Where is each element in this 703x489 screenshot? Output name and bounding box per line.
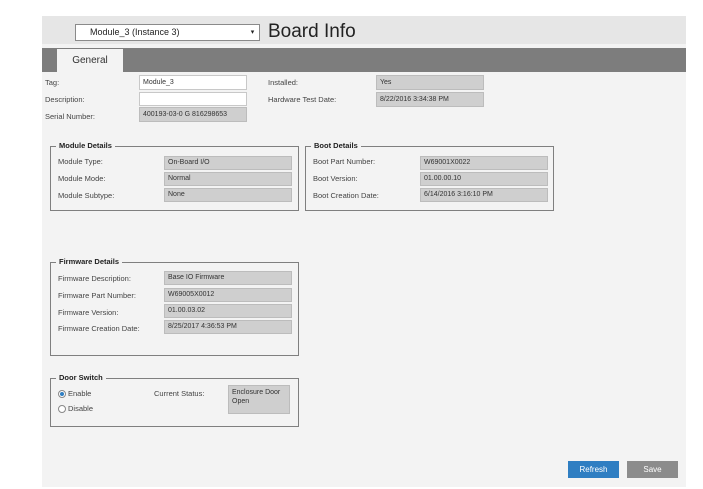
- enable-label: Enable: [68, 389, 92, 398]
- serial-number-label: Serial Number:: [45, 112, 96, 121]
- firmware-part-number-value: W69005X0012: [164, 288, 292, 302]
- module-mode-label: Module Mode:: [58, 174, 106, 183]
- door-switch-title: Door Switch: [56, 373, 106, 383]
- module-mode-value: Normal: [164, 172, 292, 186]
- firmware-details-title: Firmware Details: [56, 257, 123, 267]
- boot-part-number-value: W69001X0022: [420, 156, 548, 170]
- firmware-description-label: Firmware Description:: [58, 274, 131, 283]
- door-status-value: Enclosure Door Open: [228, 385, 290, 414]
- boot-creation-date-label: Boot Creation Date:: [313, 191, 379, 200]
- module-type-value: On-Board I/O: [164, 156, 292, 170]
- boot-part-number-label: Boot Part Number:: [313, 157, 376, 166]
- disable-radio[interactable]: [58, 405, 66, 413]
- firmware-creation-date-label: Firmware Creation Date:: [58, 324, 140, 333]
- disable-label: Disable: [68, 404, 94, 413]
- page-title: Board Info: [268, 21, 356, 42]
- boot-creation-date-value: 6/14/2016 3:16:10 PM: [420, 188, 548, 202]
- module-details-title: Module Details: [56, 141, 115, 151]
- boot-version-value: 01.00.00.10: [420, 172, 548, 186]
- chevron-down-icon[interactable]: ▾: [248, 28, 257, 37]
- current-status-label: Current Status:: [154, 389, 205, 398]
- serial-number-value: 400193-03-0 G 816298653: [139, 107, 247, 122]
- tab-general[interactable]: General: [57, 49, 123, 72]
- module-select[interactable]: Module_3 (Instance 3) ▾: [75, 24, 260, 41]
- tab-bar: [42, 48, 686, 72]
- module-type-label: Module Type:: [58, 157, 103, 166]
- hardware-test-date-value: 8/22/2016 3:34:38 PM: [376, 92, 484, 107]
- module-subtype-label: Module Subtype:: [58, 191, 115, 200]
- boot-details-title: Boot Details: [311, 141, 361, 151]
- firmware-description-value: Base IO Firmware: [164, 271, 292, 285]
- description-input[interactable]: [139, 92, 247, 106]
- description-label: Description:: [45, 95, 85, 104]
- module-subtype-value: None: [164, 188, 292, 202]
- installed-value: Yes: [376, 75, 484, 90]
- installed-label: Installed:: [268, 78, 299, 87]
- refresh-button[interactable]: Refresh: [568, 461, 619, 478]
- save-button[interactable]: Save: [627, 461, 678, 478]
- boot-version-label: Boot Version:: [313, 174, 358, 183]
- enable-radio[interactable]: [58, 390, 66, 398]
- firmware-part-number-label: Firmware Part Number:: [58, 291, 136, 300]
- firmware-creation-date-value: 8/25/2017 4:36:53 PM: [164, 320, 292, 334]
- tag-label: Tag:: [45, 78, 60, 87]
- module-select-value: Module_3 (Instance 3): [90, 27, 180, 37]
- tag-input[interactable]: Module_3: [139, 75, 247, 90]
- hardware-test-date-label: Hardware Test Date:: [268, 95, 337, 104]
- firmware-version-label: Firmware Version:: [58, 308, 119, 317]
- firmware-version-value: 01.00.03.02: [164, 304, 292, 318]
